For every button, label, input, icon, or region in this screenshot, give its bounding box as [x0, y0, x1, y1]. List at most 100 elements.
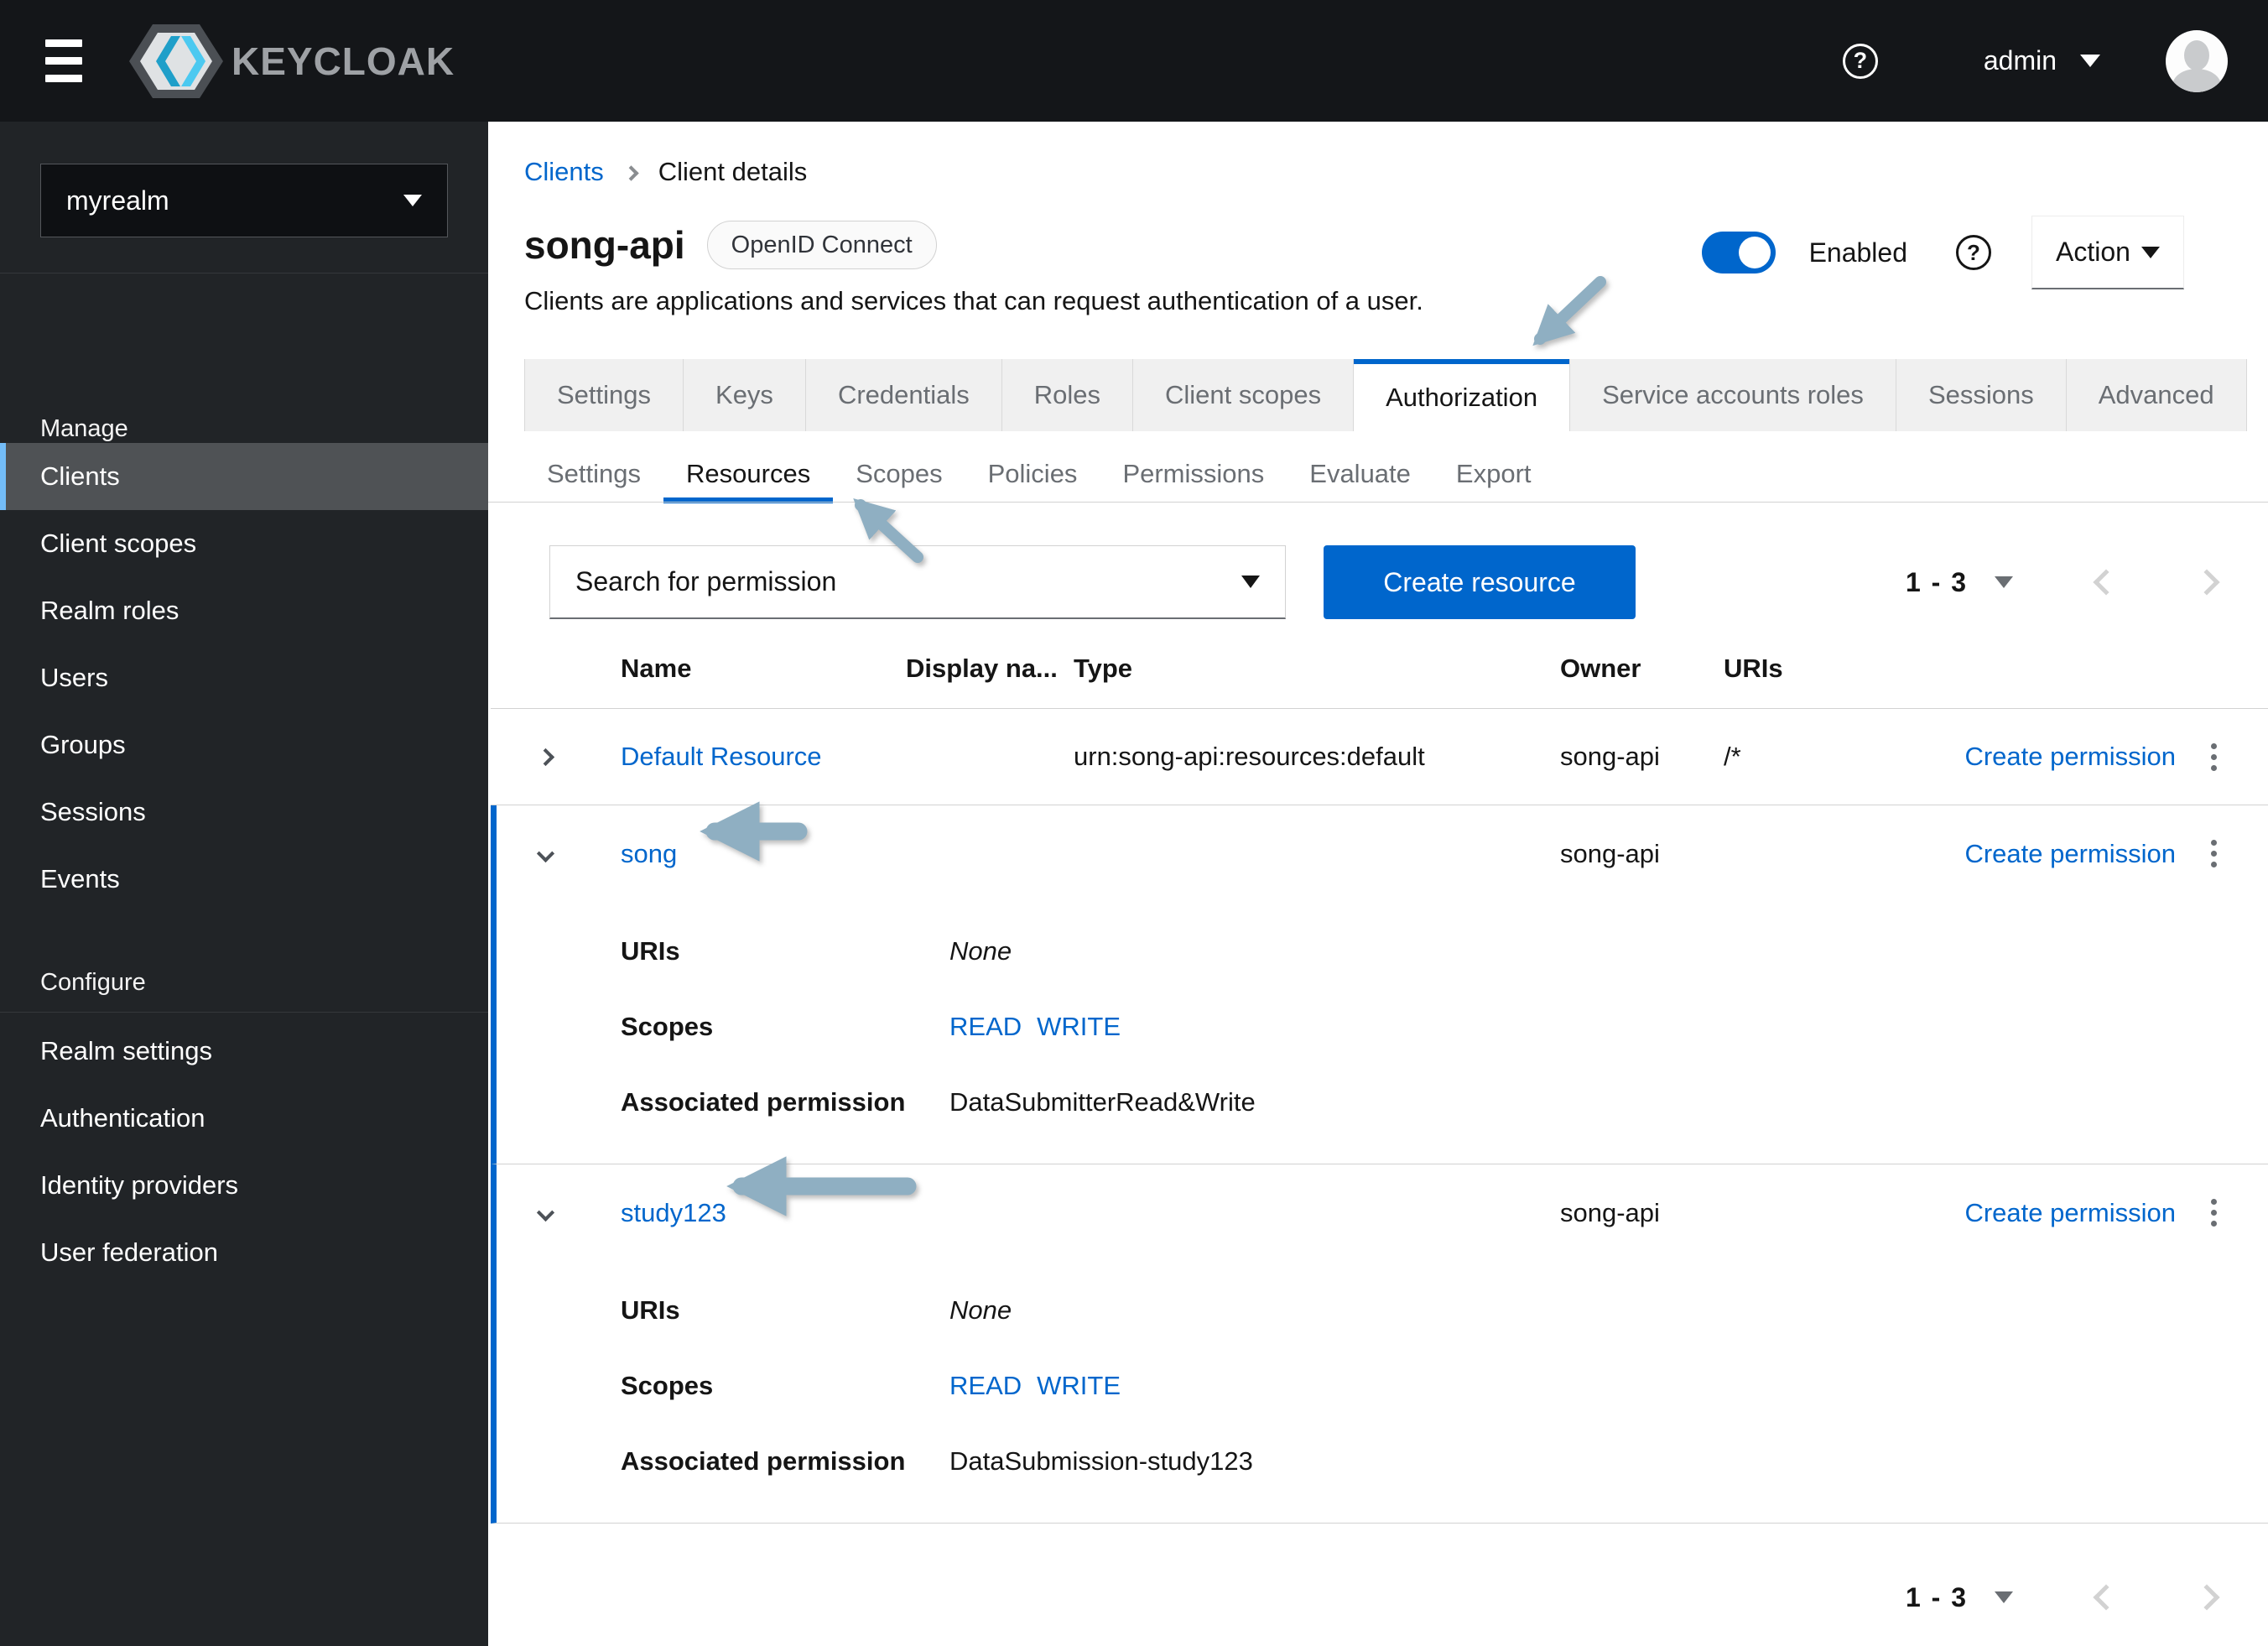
create-permission-link[interactable]: Create permission — [1964, 1198, 2176, 1228]
action-dropdown[interactable]: Action — [2031, 216, 2184, 289]
tab-authorization[interactable]: Authorization — [1354, 359, 1570, 431]
subtab-scopes[interactable]: Scopes — [833, 446, 965, 502]
tab-keys[interactable]: Keys — [684, 359, 806, 431]
row-group-song: song song-api Create permission URIs Non… — [491, 805, 2268, 1164]
client-description: Clients are applications and services th… — [524, 286, 1423, 315]
create-permission-link[interactable]: Create permission — [1964, 742, 2176, 772]
hamburger-menu-icon[interactable] — [45, 39, 82, 83]
tab-roles[interactable]: Roles — [1001, 359, 1134, 431]
subtab-settings[interactable]: Settings — [524, 446, 663, 502]
help-icon[interactable]: ? — [1842, 43, 1878, 79]
page-title: song-api — [524, 223, 685, 267]
pagination-range: 1 - 3 — [1905, 566, 1968, 597]
detail-label-permission: Associated permission — [621, 1446, 906, 1476]
subtab-evaluate[interactable]: Evaluate — [1287, 446, 1433, 502]
angle-right-icon[interactable] — [2193, 569, 2220, 596]
enabled-toggle[interactable] — [1701, 232, 1776, 273]
tab-settings[interactable]: Settings — [524, 359, 684, 431]
keycloak-admin-console: KEYCLOAK ? admin myrealm Manage Clients … — [0, 0, 2268, 1646]
associated-permission-link[interactable]: DataSubmitterRead&Write — [949, 1087, 1256, 1117]
table-row-default-resource: Default Resource urn:song-api:resources:… — [491, 709, 2268, 805]
pagination-options-icon[interactable] — [1995, 576, 2013, 588]
detail-uris-value: None — [949, 1295, 1012, 1325]
sidebar-item-groups[interactable]: Groups — [0, 711, 488, 779]
tab-advanced[interactable]: Advanced — [2066, 359, 2247, 431]
brand-text: KEYCLOAK — [231, 39, 455, 83]
tab-service-accounts-roles[interactable]: Service accounts roles — [1569, 359, 1896, 431]
breadcrumb-clients-link[interactable]: Clients — [524, 157, 604, 187]
scope-link-read[interactable]: READ — [949, 1371, 1022, 1401]
tab-credentials[interactable]: Credentials — [805, 359, 1002, 431]
pagination-bottom: 1 - 3 — [1905, 1560, 2220, 1634]
masthead: KEYCLOAK ? admin — [0, 0, 2268, 122]
sidebar-item-clients[interactable]: Clients — [0, 443, 488, 510]
associated-permission-link[interactable]: DataSubmission-study123 — [949, 1446, 1253, 1477]
search-permission-select[interactable]: Search for permission — [549, 545, 1286, 619]
sidebar: myrealm Manage Clients Client scopes Rea… — [0, 122, 488, 1646]
angle-left-icon[interactable] — [2093, 1584, 2120, 1611]
detail-label-scopes: Scopes — [621, 1371, 714, 1400]
sidebar-item-authentication[interactable]: Authentication — [0, 1085, 488, 1152]
resource-type: urn:song-api:resources:default — [1074, 742, 1425, 771]
row-details-study123: URIs None Scopes READ WRITE Associated p… — [497, 1261, 2268, 1523]
sidebar-item-events[interactable]: Events — [0, 846, 488, 913]
user-menu[interactable]: admin — [1984, 45, 2100, 76]
column-type: Type — [1074, 654, 1133, 683]
divider — [488, 502, 2268, 503]
sidebar-item-identity-providers[interactable]: Identity providers — [0, 1152, 488, 1219]
realm-selector[interactable]: myrealm — [40, 164, 448, 237]
resource-name-link[interactable]: Default Resource — [621, 742, 906, 772]
avatar[interactable] — [2166, 29, 2228, 92]
resource-name-link[interactable]: study123 — [621, 1198, 906, 1228]
sidebar-item-realm-roles[interactable]: Realm roles — [0, 577, 488, 644]
subtab-policies[interactable]: Policies — [965, 446, 1100, 502]
create-permission-link[interactable]: Create permission — [1964, 839, 2176, 869]
subtab-permissions[interactable]: Permissions — [1100, 446, 1287, 502]
column-name: Name — [621, 654, 692, 683]
sidebar-item-client-scopes[interactable]: Client scopes — [0, 510, 488, 577]
detail-label-permission: Associated permission — [621, 1087, 906, 1117]
scope-link-write[interactable]: WRITE — [1037, 1371, 1121, 1401]
keycloak-logo-icon — [129, 23, 223, 98]
main-content: Clients Client details song-api OpenID C… — [488, 122, 2268, 1646]
search-placeholder: Search for permission — [575, 566, 837, 596]
client-tabs: Settings Keys Credentials Roles Client s… — [524, 359, 2247, 431]
chevron-down-icon — [2141, 246, 2160, 258]
angle-left-icon[interactable] — [2093, 569, 2120, 596]
resource-name-link[interactable]: song — [621, 839, 906, 869]
help-icon[interactable]: ? — [1956, 235, 1991, 270]
kebab-menu-icon[interactable] — [2210, 742, 2217, 771]
detail-label-uris: URIs — [621, 936, 680, 966]
sidebar-item-realm-settings[interactable]: Realm settings — [0, 1018, 488, 1085]
nav-section-manage: Manage Clients Client scopes Realm roles… — [0, 394, 488, 913]
angle-right-icon[interactable] — [2193, 1584, 2220, 1611]
action-label: Action — [2056, 237, 2130, 267]
collapse-row-icon[interactable] — [524, 1192, 566, 1234]
subtab-resources[interactable]: Resources — [663, 446, 834, 503]
column-display-name: Display na... — [906, 654, 1058, 683]
scope-link-read[interactable]: READ — [949, 1012, 1022, 1042]
authorization-subtabs: Settings Resources Scopes Policies Permi… — [524, 446, 1554, 503]
resource-owner: song-api — [1560, 838, 1660, 868]
sidebar-item-user-federation[interactable]: User federation — [0, 1219, 488, 1286]
table-header: Name Display na... Type Owner URIs — [491, 629, 2268, 709]
kebab-menu-icon[interactable] — [2210, 1199, 2217, 1227]
expand-row-icon[interactable] — [524, 736, 566, 778]
tab-client-scopes[interactable]: Client scopes — [1133, 359, 1355, 431]
collapse-row-icon[interactable] — [524, 833, 566, 875]
breadcrumb: Clients Client details — [524, 157, 807, 187]
scope-link-write[interactable]: WRITE — [1037, 1012, 1121, 1042]
create-resource-button[interactable]: Create resource — [1324, 545, 1636, 619]
pagination-options-icon[interactable] — [1995, 1591, 2013, 1603]
detail-label-uris: URIs — [621, 1295, 680, 1325]
nav-section-configure: Configure Realm settings Authentication … — [0, 948, 488, 1286]
keycloak-logo: KEYCLOAK — [129, 23, 455, 100]
tab-sessions[interactable]: Sessions — [1896, 359, 2067, 431]
breadcrumb-current: Client details — [658, 157, 808, 186]
sidebar-item-sessions[interactable]: Sessions — [0, 779, 488, 846]
pagination-range: 1 - 3 — [1905, 1581, 1968, 1612]
subtab-export[interactable]: Export — [1433, 446, 1554, 502]
sidebar-item-users[interactable]: Users — [0, 644, 488, 711]
kebab-menu-icon[interactable] — [2210, 840, 2217, 867]
detail-uris-value: None — [949, 936, 1012, 966]
